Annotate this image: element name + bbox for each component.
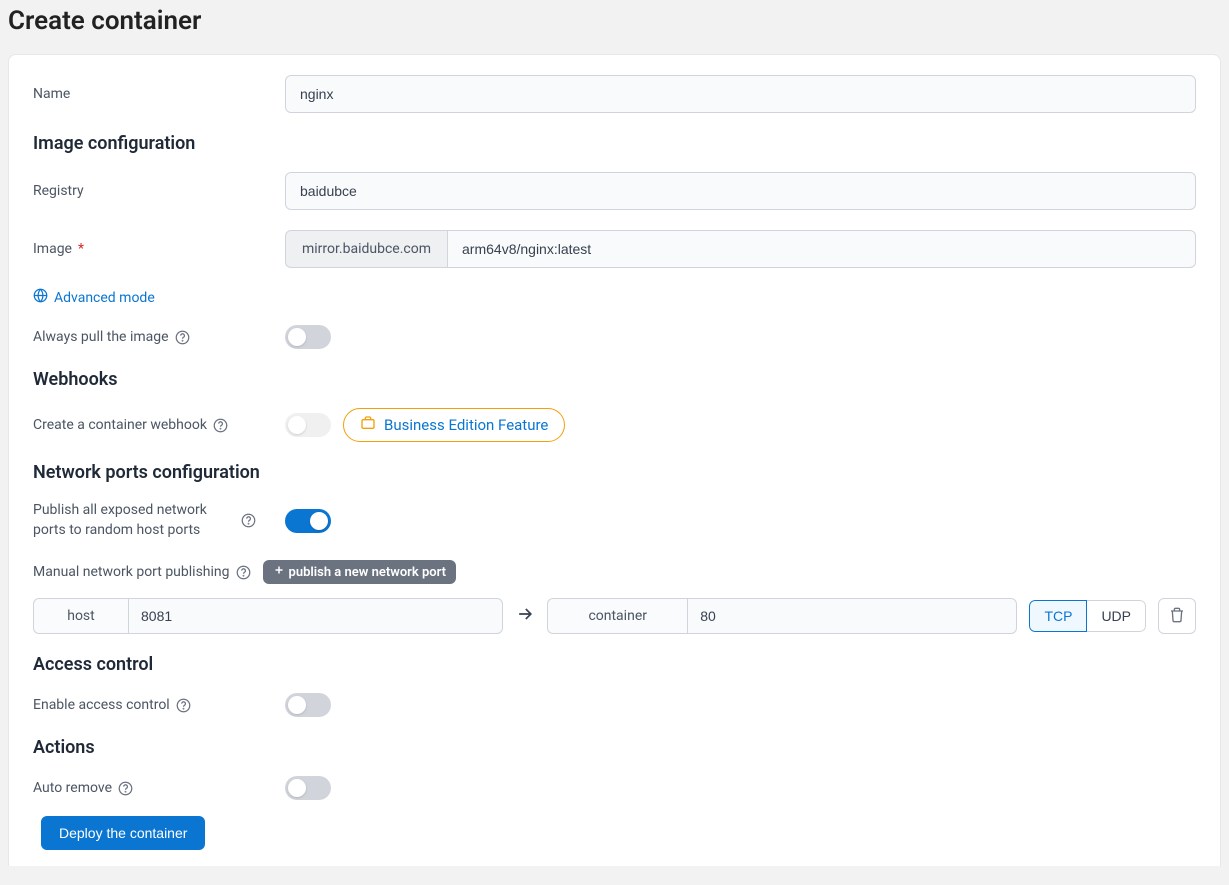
enable-access-toggle[interactable] xyxy=(285,693,331,717)
help-icon[interactable] xyxy=(241,513,256,528)
create-webhook-label: Create a container webhook xyxy=(33,417,285,433)
protocol-group: TCP UDP xyxy=(1029,600,1146,632)
image-label: Image* xyxy=(33,241,285,257)
image-registry-addon: mirror.baidubce.com xyxy=(285,230,447,268)
publish-new-port-button[interactable]: publish a new network port xyxy=(263,560,457,584)
image-input[interactable] xyxy=(447,230,1196,268)
host-port-label: host xyxy=(33,598,128,634)
help-icon[interactable] xyxy=(213,418,228,433)
page-title: Create container xyxy=(8,6,1221,36)
network-heading: Network ports configuration xyxy=(33,462,1196,483)
image-config-heading: Image configuration xyxy=(33,133,1196,154)
name-label: Name xyxy=(33,86,285,102)
always-pull-toggle[interactable] xyxy=(285,325,331,349)
container-port-label: container xyxy=(547,598,687,634)
help-icon[interactable] xyxy=(118,781,133,796)
udp-button[interactable]: UDP xyxy=(1087,600,1146,632)
briefcase-icon xyxy=(360,415,376,435)
create-webhook-toggle xyxy=(285,413,331,437)
help-icon[interactable] xyxy=(175,330,190,345)
always-pull-text: Always pull the image xyxy=(33,329,169,345)
auto-remove-label: Auto remove xyxy=(33,780,285,796)
advanced-mode-text: Advanced mode xyxy=(54,290,155,306)
globe-icon xyxy=(33,288,48,307)
registry-select[interactable] xyxy=(285,172,1196,210)
create-webhook-text: Create a container webhook xyxy=(33,417,207,433)
access-control-heading: Access control xyxy=(33,654,1196,675)
manual-publish-label: Manual network port publishing xyxy=(33,564,251,580)
create-container-panel: Name Image configuration Registry Image*… xyxy=(8,54,1221,866)
plus-icon xyxy=(273,564,285,580)
host-port-input[interactable] xyxy=(128,598,503,634)
registry-label: Registry xyxy=(33,183,285,199)
help-icon[interactable] xyxy=(236,565,251,580)
name-input[interactable] xyxy=(285,75,1196,113)
deploy-button[interactable]: Deploy the container xyxy=(41,816,205,850)
container-port-input[interactable] xyxy=(687,598,1017,634)
always-pull-label: Always pull the image xyxy=(33,329,285,345)
image-label-text: Image xyxy=(33,241,72,257)
help-icon[interactable] xyxy=(176,698,191,713)
webhooks-heading: Webhooks xyxy=(33,369,1196,390)
tcp-button[interactable]: TCP xyxy=(1029,600,1087,632)
manual-publish-text: Manual network port publishing xyxy=(33,564,230,580)
advanced-mode-link[interactable]: Advanced mode xyxy=(33,288,155,307)
actions-heading: Actions xyxy=(33,737,1196,758)
delete-port-button[interactable] xyxy=(1158,598,1196,634)
business-edition-text: Business Edition Feature xyxy=(384,416,548,434)
auto-remove-toggle[interactable] xyxy=(285,776,331,800)
publish-all-text: Publish all exposed network ports to ran… xyxy=(33,501,233,540)
publish-all-label: Publish all exposed network ports to ran… xyxy=(33,501,285,540)
publish-new-port-text: publish a new network port xyxy=(289,565,447,580)
auto-remove-text: Auto remove xyxy=(33,780,112,796)
publish-all-toggle[interactable] xyxy=(285,509,331,533)
business-edition-pill[interactable]: Business Edition Feature xyxy=(343,408,565,442)
enable-access-label: Enable access control xyxy=(33,697,285,713)
port-mapping-row: host container TCP UDP xyxy=(33,598,1196,634)
trash-icon xyxy=(1169,607,1185,626)
arrow-right-icon xyxy=(515,604,535,628)
enable-access-text: Enable access control xyxy=(33,697,170,713)
